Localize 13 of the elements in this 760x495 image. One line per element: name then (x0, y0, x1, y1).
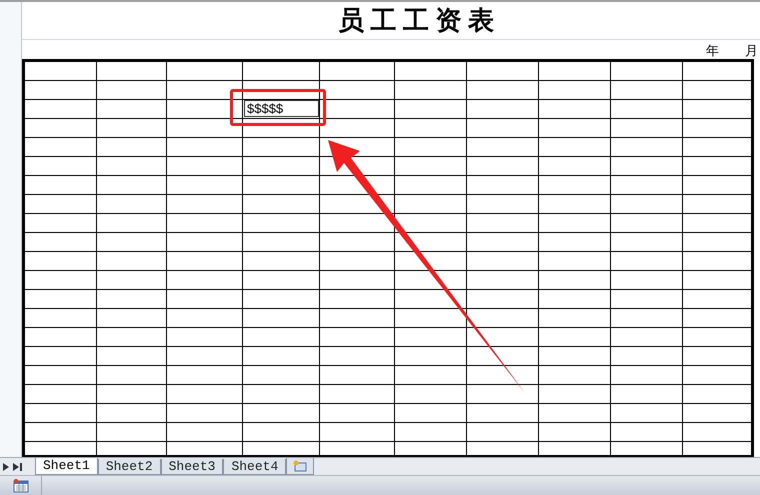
new-sheet-icon (293, 460, 308, 472)
sheet-tab[interactable]: Sheet4 (223, 459, 286, 475)
scroll-last-icon[interactable] (13, 462, 22, 470)
scroll-next-icon[interactable] (3, 462, 9, 470)
date-label: 月 (745, 42, 758, 59)
sheet-tab[interactable]: Sheet1 (35, 458, 98, 475)
date-label: 年 (706, 42, 719, 59)
sheet-tab[interactable]: Sheet2 (98, 459, 161, 475)
sheet-tab[interactable]: Sheet3 (160, 459, 224, 475)
sheet-view-icon[interactable] (12, 478, 28, 492)
insert-sheet-tab[interactable] (286, 458, 314, 475)
sheet-title: 员 工 工 资 表 (338, 5, 494, 37)
table-cell[interactable]: $$$$$ (242, 99, 320, 118)
